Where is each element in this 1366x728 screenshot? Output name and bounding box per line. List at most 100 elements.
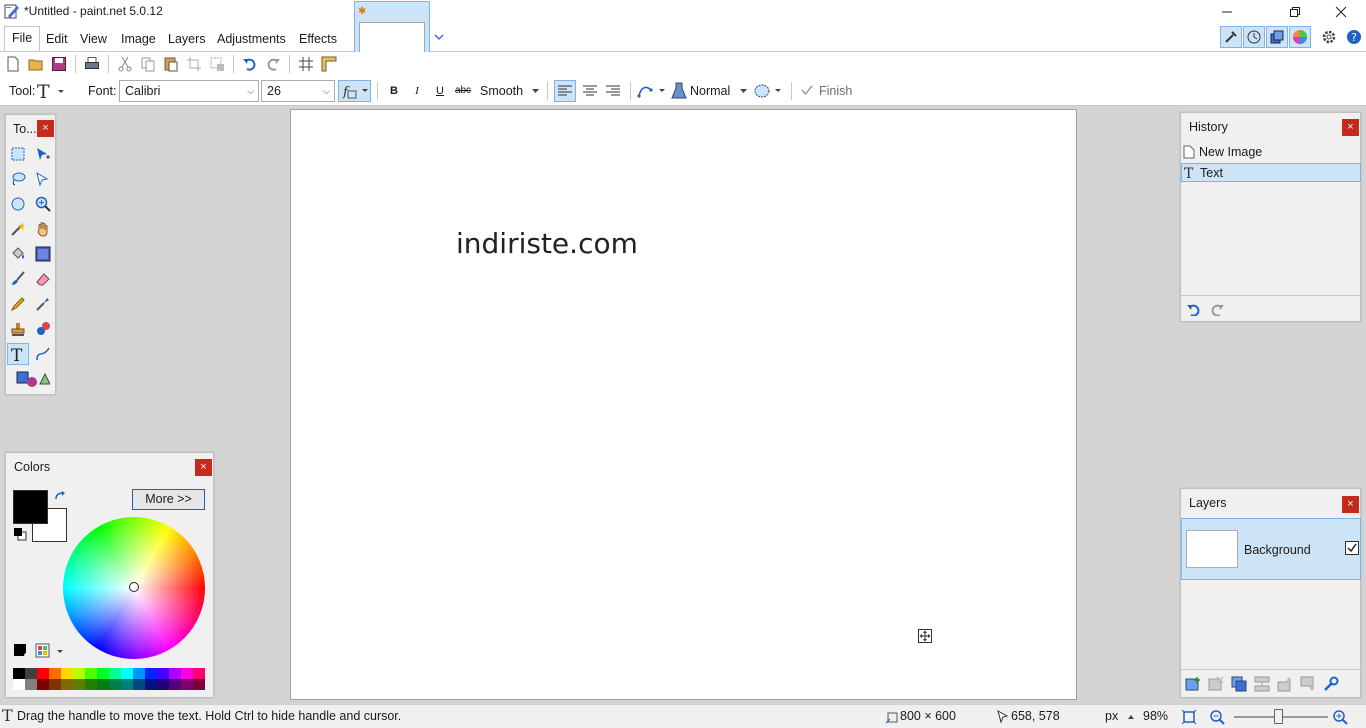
grid-icon[interactable] [296, 54, 316, 74]
duplicate-layer-icon[interactable] [1231, 676, 1247, 692]
rectangle-select-icon[interactable] [7, 143, 29, 165]
text-tool-icon[interactable]: T [7, 343, 29, 365]
bold-button[interactable]: B [387, 81, 401, 101]
history-panel-close-icon[interactable]: × [1342, 119, 1359, 136]
color-wheel-marker[interactable] [129, 582, 139, 592]
ellipse-select-icon[interactable] [7, 193, 29, 215]
current-tool-text-icon[interactable]: T [36, 81, 64, 101]
redo-icon[interactable] [263, 54, 283, 74]
copy-icon[interactable] [138, 54, 158, 74]
print-icon[interactable] [82, 54, 102, 74]
zoom-icon[interactable] [32, 193, 54, 215]
gradient-icon[interactable] [32, 243, 54, 265]
palette-swatch[interactable] [49, 679, 61, 690]
palette-swatch[interactable] [73, 679, 85, 690]
help-icon[interactable]: ? [1343, 26, 1365, 48]
zoom-in-icon[interactable] [1332, 709, 1348, 725]
palette-swatch[interactable] [73, 668, 85, 679]
menu-image[interactable]: Image [114, 28, 163, 50]
undo-icon[interactable] [1186, 302, 1202, 316]
menu-view[interactable]: View [73, 28, 114, 50]
palette-swatch[interactable] [85, 668, 97, 679]
settings-gear-icon[interactable] [1318, 26, 1340, 48]
line-curve-icon[interactable] [32, 343, 54, 365]
finish-button[interactable]: Finish [819, 80, 852, 102]
chevron-up-icon[interactable] [1127, 714, 1135, 720]
palette-swatch[interactable] [49, 668, 61, 679]
menu-adjustments[interactable]: Adjustments [210, 28, 293, 50]
underline-button[interactable]: U [433, 81, 447, 101]
chevron-down-icon[interactable] [739, 88, 748, 94]
palette-swatch[interactable] [181, 668, 193, 679]
align-right-button[interactable] [602, 80, 624, 102]
palette-swatch[interactable] [157, 679, 169, 690]
menu-effects[interactable]: Effects [292, 28, 344, 50]
palette-swatch[interactable] [133, 679, 145, 690]
colors-panel-close-icon[interactable]: × [195, 459, 212, 476]
new-file-icon[interactable] [3, 54, 23, 74]
strikethrough-button[interactable]: abc [454, 81, 472, 101]
undo-icon[interactable] [240, 54, 260, 74]
layer-properties-wrench-icon[interactable] [1323, 676, 1339, 692]
recolor-icon[interactable] [32, 318, 54, 340]
menu-edit[interactable]: Edit [39, 28, 75, 50]
swap-colors-icon[interactable] [54, 491, 66, 503]
zoom-slider-thumb[interactable] [1274, 709, 1283, 724]
paintbrush-icon[interactable] [7, 268, 29, 290]
history-item-new-image[interactable]: New Image [1181, 143, 1361, 162]
color-palette-swatches[interactable] [13, 667, 205, 691]
font-family-dropdown[interactable]: Calibri ⌵ [119, 80, 259, 102]
redo-icon[interactable] [1209, 302, 1225, 316]
merge-layer-down-icon[interactable] [1254, 676, 1270, 692]
palette-swatch[interactable] [37, 679, 49, 690]
move-text-handle-icon[interactable] [918, 629, 932, 643]
palette-swatch[interactable] [37, 668, 49, 679]
image-list-dropdown-icon[interactable] [434, 32, 444, 42]
color-picker-icon[interactable] [32, 293, 54, 315]
antialiasing-toggle-icon[interactable] [637, 82, 667, 100]
history-item-text[interactable]: T Text [1181, 163, 1361, 182]
palette-swatch[interactable] [25, 679, 37, 690]
add-layer-icon[interactable] [1185, 676, 1201, 692]
palette-swatch[interactable] [121, 668, 133, 679]
move-selected-pixels-icon[interactable] [32, 143, 54, 165]
palette-swatch[interactable] [97, 679, 109, 690]
palette-swatch[interactable] [169, 679, 181, 690]
font-size-dropdown[interactable]: 26 ⌵ [261, 80, 335, 102]
move-layer-down-icon[interactable] [1300, 676, 1316, 692]
palette-swatch[interactable] [61, 679, 73, 690]
palette-swatch[interactable] [25, 668, 37, 679]
font-rendering-mode-button[interactable]: f [338, 80, 371, 102]
layer-visibility-checkbox[interactable] [1345, 541, 1359, 555]
deselect-icon[interactable] [207, 54, 227, 74]
history-window-toggle[interactable] [1243, 26, 1265, 48]
pencil-icon[interactable] [7, 293, 29, 315]
reset-colors-icon[interactable] [13, 527, 27, 541]
palette-swatch[interactable] [85, 679, 97, 690]
palette-swatch[interactable] [145, 679, 157, 690]
layers-window-toggle[interactable] [1266, 26, 1288, 48]
palette-swatch[interactable] [193, 679, 205, 690]
shapes-icon[interactable] [12, 368, 52, 390]
ruler-icon[interactable] [319, 54, 339, 74]
palette-menu-icon[interactable] [35, 643, 65, 659]
palette-swatch[interactable] [169, 668, 181, 679]
units-selector[interactable]: px [1105, 709, 1118, 723]
paint-bucket-icon[interactable] [7, 243, 29, 265]
crop-icon[interactable] [184, 54, 204, 74]
palette-swatch[interactable] [61, 668, 73, 679]
antialiasing-dropdown[interactable]: Smooth [480, 80, 523, 102]
add-to-palette-icon[interactable] [13, 643, 29, 659]
save-icon[interactable] [49, 54, 69, 74]
lasso-select-icon[interactable] [7, 168, 29, 190]
palette-swatch[interactable] [121, 679, 133, 690]
magic-wand-icon[interactable] [7, 218, 29, 240]
colors-window-toggle[interactable] [1289, 26, 1311, 48]
color-palette[interactable] [13, 667, 205, 691]
menu-layers[interactable]: Layers [161, 28, 213, 50]
layer-row-background[interactable]: Background [1181, 518, 1361, 580]
tools-window-toggle[interactable] [1220, 26, 1242, 48]
align-left-button[interactable] [554, 80, 576, 102]
selection-clipping-icon[interactable] [753, 82, 783, 100]
blend-mode-dropdown[interactable]: Normal [690, 80, 730, 102]
